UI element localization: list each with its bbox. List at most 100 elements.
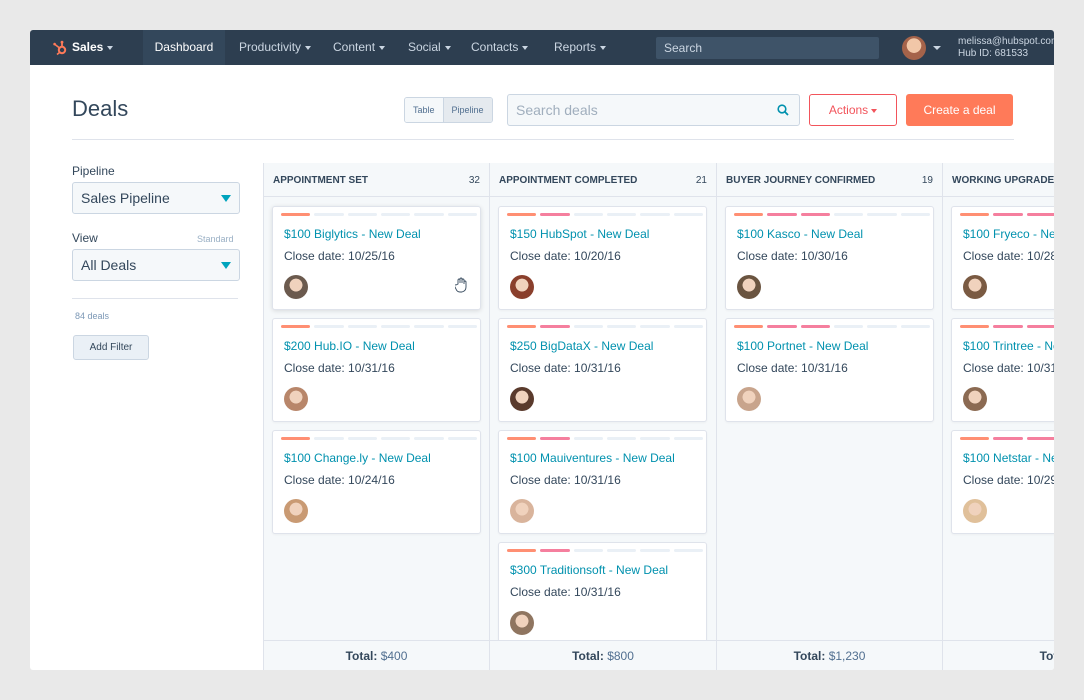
actions-button[interactable]: Actions	[809, 94, 897, 126]
view-label: View	[72, 231, 98, 245]
owner-avatar[interactable]	[284, 387, 308, 411]
close-date-label: Close date:	[284, 249, 345, 263]
deal-name-link[interactable]: $100 Biglytics - New Deal	[284, 227, 421, 241]
deal-card[interactable]: $150 HubSpot - New Deal Close date: 10/20…	[498, 206, 707, 310]
deal-card[interactable]: $100 Biglytics - New Deal Close date: 10/…	[272, 206, 481, 310]
progress-segment	[507, 213, 537, 216]
nav-dashboard[interactable]: Dashboard	[143, 30, 225, 65]
progress-segment	[540, 549, 570, 552]
app-window: Sales Dashboard Productivity Content Soc…	[30, 30, 1054, 670]
owner-avatar[interactable]	[510, 387, 534, 411]
progress-segment	[673, 437, 703, 440]
progress-segment	[833, 325, 864, 328]
pipeline-column: APPOINTMENT SET 32 $100 Biglytics - New De…	[263, 163, 489, 670]
close-date-label: Close date:	[963, 249, 1024, 263]
close-date-value: 10/29/16	[1027, 473, 1054, 487]
progress-segment	[447, 325, 477, 328]
deal-name-link[interactable]: $100 Mauiventures - New Deal	[510, 451, 675, 465]
owner-avatar[interactable]	[737, 275, 761, 299]
progress-segment	[993, 213, 1023, 216]
close-date-label: Close date:	[510, 473, 571, 487]
progress-segment	[993, 437, 1023, 440]
close-date: Close date: 10/25/16	[284, 249, 395, 263]
close-date-label: Close date:	[737, 249, 798, 263]
deal-card[interactable]: $200 Hub.IO - New Deal Close date: 10/31/…	[272, 318, 481, 422]
total-value: $400	[380, 649, 408, 663]
close-date: Close date: 10/31/16	[510, 361, 621, 375]
deal-name-link[interactable]: $100 Trintree - New Deal	[963, 339, 1054, 353]
chevron-down-icon	[305, 45, 312, 50]
view-table-button[interactable]: Table	[405, 98, 443, 122]
deal-name-link[interactable]: $100 Fryeco - New Deal	[963, 227, 1054, 241]
deal-name-link[interactable]: $100 Change.ly - New Deal	[284, 451, 431, 465]
progress-segment	[734, 213, 764, 216]
view-pipeline-button[interactable]: Pipeline	[442, 98, 492, 122]
chevron-down-icon[interactable]	[933, 46, 941, 50]
total-label: Total:	[1039, 649, 1054, 663]
deal-name-link[interactable]: $200 Hub.IO - New Deal	[284, 339, 415, 353]
deal-card[interactable]: $100 Mauiventures - New Deal Close date: …	[498, 430, 707, 534]
brand-menu[interactable]: Sales	[52, 30, 114, 65]
pipeline-select[interactable]: Sales Pipeline	[72, 182, 240, 214]
actions-label: Actions	[828, 103, 869, 117]
deal-name-link[interactable]: $250 BigDataX - New Deal	[510, 339, 653, 353]
deal-card[interactable]: $100 Portnet - New Deal Close date: 10/31…	[725, 318, 934, 422]
deal-card[interactable]: $100 Change.ly - New Deal Close date: 10/…	[272, 430, 481, 534]
create-deal-button[interactable]: Create a deal	[906, 94, 1013, 126]
view-select[interactable]: All Deals	[72, 249, 240, 281]
progress-segment	[540, 437, 570, 440]
close-date-label: Close date:	[510, 585, 571, 599]
owner-avatar[interactable]	[510, 499, 534, 523]
owner-avatar[interactable]	[963, 275, 987, 299]
owner-avatar[interactable]	[737, 387, 761, 411]
owner-avatar[interactable]	[284, 499, 308, 523]
close-date: Close date: 10/31/16	[737, 361, 848, 375]
nav-contacts-label: Contacts	[471, 40, 519, 54]
close-date-label: Close date:	[963, 361, 1024, 375]
progress-segment	[960, 325, 990, 328]
owner-avatar[interactable]	[963, 387, 987, 411]
column-count: 21	[695, 175, 707, 186]
deal-card[interactable]: $100 Netstar - New Deal Close date: 10/29…	[951, 430, 1054, 534]
deal-name-link[interactable]: $100 Kasco - New Deal	[737, 227, 863, 241]
progress-segment	[347, 213, 377, 216]
progress-segment	[414, 213, 444, 216]
deal-name-link[interactable]: $150 HubSpot - New Deal	[510, 227, 649, 241]
user-info[interactable]: melissa@hubspot.com Hub ID: 681533	[958, 36, 1054, 60]
total-value: $800	[607, 649, 634, 663]
deal-name-link[interactable]: $300 Traditionsoft - New Deal	[510, 563, 668, 577]
owner-avatar[interactable]	[510, 275, 534, 299]
close-date-value: 10/20/16	[574, 249, 621, 263]
search-icon[interactable]	[777, 104, 789, 116]
owner-avatar[interactable]	[510, 611, 534, 635]
deal-card[interactable]: $100 Kasco - New Deal Close date: 10/30/1…	[725, 206, 934, 310]
close-date: Close date: 10/31/16	[510, 585, 621, 599]
progress-segment	[900, 325, 930, 328]
view-hint: Standard	[197, 234, 234, 244]
owner-avatar[interactable]	[963, 499, 987, 523]
user-avatar[interactable]	[902, 36, 926, 60]
owner-avatar[interactable]	[284, 275, 308, 299]
deal-name-link[interactable]: $100 Netstar - New Deal	[963, 451, 1054, 465]
chevron-down-icon	[107, 45, 114, 50]
grab-cursor-icon	[455, 277, 467, 293]
progress-segment	[414, 325, 444, 328]
deal-card[interactable]: $250 BigDataX - New Deal Close date: 10/3…	[498, 318, 707, 422]
nav-social[interactable]: Social	[408, 30, 451, 65]
deal-card[interactable]: $300 Traditionsoft - New Deal Close date:…	[498, 542, 707, 646]
nav-productivity[interactable]: Productivity	[239, 30, 312, 65]
progress-segment	[993, 325, 1023, 328]
deal-card[interactable]: $100 Fryeco - New Deal Close date: 10/28/…	[951, 206, 1054, 310]
nav-content[interactable]: Content	[333, 30, 386, 65]
deal-name-link[interactable]: $100 Portnet - New Deal	[737, 339, 868, 353]
add-filter-button[interactable]: Add Filter	[73, 335, 149, 360]
nav-reports[interactable]: Reports	[554, 30, 607, 65]
brand-label: Sales	[72, 40, 104, 54]
close-date-value: 10/30/16	[801, 249, 848, 263]
deal-count: 84 deals	[75, 311, 110, 321]
deal-search-input[interactable]	[508, 95, 768, 125]
nav-contacts[interactable]: Contacts	[471, 30, 529, 65]
deal-stage-progress	[507, 437, 703, 440]
deal-card[interactable]: $100 Trintree - New Deal Close date: 10/3…	[951, 318, 1054, 422]
global-search-input[interactable]: Search	[656, 37, 879, 59]
